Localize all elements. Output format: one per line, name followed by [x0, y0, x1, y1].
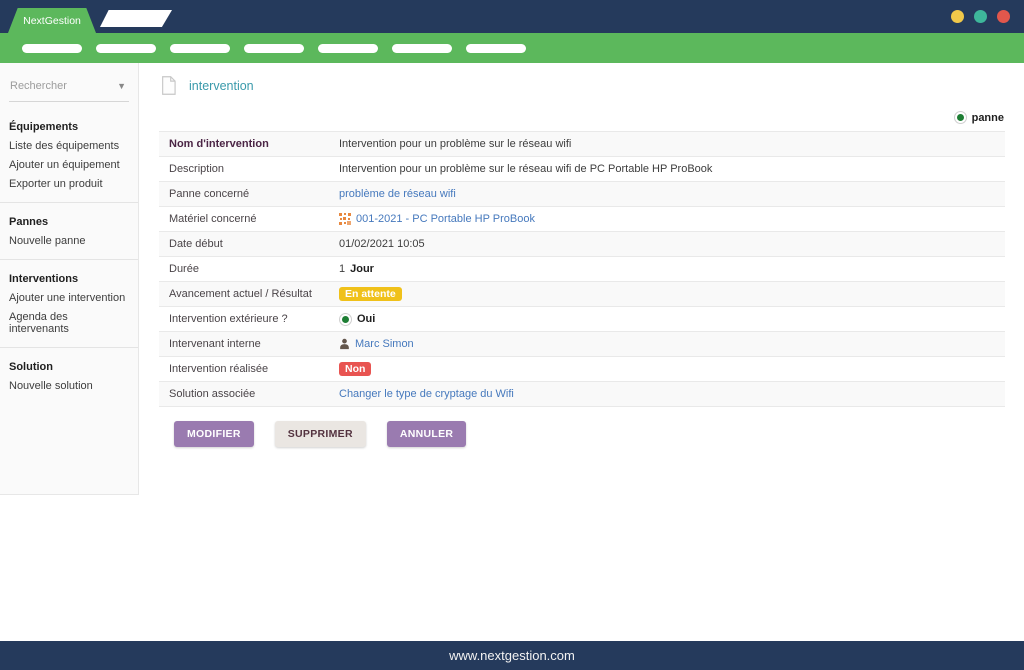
nav-pill[interactable]: [392, 44, 452, 53]
nav-pill[interactable]: [96, 44, 156, 53]
row-value: 001-2021 - PC Portable HP ProBook: [339, 213, 1005, 225]
sidebar-item[interactable]: Agenda des intervenants: [9, 307, 129, 338]
row-label: Intervenant interne: [159, 338, 339, 350]
window-dot[interactable]: [951, 10, 964, 23]
table-row: Solution associéeChanger le type de cryp…: [159, 382, 1005, 407]
app-window: NextGestion Rechercher ▼ ÉquipementsList…: [0, 0, 1024, 670]
row-label: Durée: [159, 263, 339, 275]
row-label: Matériel concerné: [159, 213, 339, 225]
row-label: Date début: [159, 238, 339, 250]
qrcode-icon: [339, 213, 351, 225]
page-header: intervention: [161, 76, 254, 95]
table-row: Intervention réaliséeNon: [159, 357, 1005, 382]
link-value[interactable]: Marc Simon: [355, 338, 414, 350]
link-value[interactable]: Changer le type de cryptage du Wifi: [339, 388, 514, 400]
row-value: En attente: [339, 287, 1005, 302]
row-label: Avancement actuel / Résultat: [159, 288, 339, 300]
nav-pill[interactable]: [318, 44, 378, 53]
link-value[interactable]: 001-2021 - PC Portable HP ProBook: [356, 213, 535, 225]
row-label: Solution associée: [159, 388, 339, 400]
table-row: Date début01/02/2021 10:05: [159, 232, 1005, 257]
nav-pill[interactable]: [244, 44, 304, 53]
row-value: 1 Jour: [339, 263, 1005, 275]
status-badge: Non: [339, 362, 371, 377]
table-row: Intervenant interne Marc Simon: [159, 332, 1005, 357]
sidebar-section-title: Équipements: [9, 116, 129, 136]
row-label: Panne concerné: [159, 188, 339, 200]
row-label: Intervention extérieure ?: [159, 313, 339, 325]
sidebar-section: ÉquipementsListe des équipementsAjouter …: [9, 110, 129, 193]
table-row: DescriptionIntervention pour un problème…: [159, 157, 1005, 182]
row-value: Marc Simon: [339, 338, 1005, 350]
panne-legend: panne: [954, 111, 1004, 124]
row-label: Intervention réalisée: [159, 363, 339, 375]
row-value: Oui: [339, 313, 1005, 326]
intervention-detail-table: Nom d'interventionIntervention pour un p…: [159, 131, 1005, 407]
page-title: intervention: [189, 79, 254, 93]
sidebar-item[interactable]: Exporter un produit: [9, 174, 129, 193]
table-row: Durée1 Jour: [159, 257, 1005, 282]
panne-dot-icon: [954, 111, 967, 124]
sidebar-item[interactable]: Ajouter un équipement: [9, 155, 129, 174]
sidebar-section-title: Solution: [9, 356, 129, 376]
chevron-down-icon[interactable]: ▼: [117, 81, 126, 91]
sidebar-item[interactable]: Liste des équipements: [9, 136, 129, 155]
sidebar-item[interactable]: Nouvelle solution: [9, 376, 129, 395]
annuler-button[interactable]: ANNULER: [387, 421, 466, 447]
sidebar-section: InterventionsAjouter une interventionAge…: [0, 259, 138, 338]
nav-pill[interactable]: [22, 44, 82, 53]
footer-bar: www.nextgestion.com: [0, 641, 1024, 670]
nav-pill[interactable]: [170, 44, 230, 53]
supprimer-button[interactable]: SUPPRIMER: [275, 421, 366, 447]
row-value: Intervention pour un problème sur le rés…: [339, 163, 1005, 175]
sidebar-item[interactable]: Nouvelle panne: [9, 231, 129, 250]
sidebar-item[interactable]: Ajouter une intervention: [9, 288, 129, 307]
sidebar-sections: ÉquipementsListe des équipementsAjouter …: [9, 110, 129, 395]
sidebar-section: SolutionNouvelle solution: [0, 347, 138, 395]
table-row: Matériel concerné 001-2021 - PC Portable …: [159, 207, 1005, 232]
footer-url: www.nextgestion.com: [449, 648, 575, 663]
main-content: intervention panne Nom d'interventionInt…: [140, 63, 1024, 641]
sidebar-section-title: Pannes: [9, 211, 129, 231]
table-row: Panne concernéproblème de réseau wifi: [159, 182, 1005, 207]
search-input[interactable]: Rechercher ▼: [9, 78, 129, 102]
table-row: Intervention extérieure ?Oui: [159, 307, 1005, 332]
nav-pill[interactable]: [466, 44, 526, 53]
panne-legend-label: panne: [972, 112, 1004, 124]
action-buttons: MODIFIER SUPPRIMER ANNULER: [174, 421, 466, 447]
search-placeholder: Rechercher: [10, 80, 67, 92]
user-icon: [339, 338, 350, 350]
radio-dot-icon: [339, 313, 352, 326]
row-value: Changer le type de cryptage du Wifi: [339, 388, 1005, 400]
sidebar-section-title: Interventions: [9, 268, 129, 288]
brand-label: NextGestion: [23, 15, 81, 27]
row-value: 01/02/2021 10:05: [339, 238, 1005, 250]
link-value[interactable]: problème de réseau wifi: [339, 188, 456, 200]
row-value: Non: [339, 362, 1005, 377]
inactive-tab[interactable]: [100, 10, 172, 27]
row-label: Description: [159, 163, 339, 175]
row-value: Intervention pour un problème sur le rés…: [339, 138, 1005, 150]
row-label: Nom d'intervention: [159, 138, 339, 150]
window-dot[interactable]: [974, 10, 987, 23]
table-row: Nom d'interventionIntervention pour un p…: [159, 132, 1005, 157]
table-row: Avancement actuel / RésultatEn attente: [159, 282, 1005, 307]
nav-pill-row: [0, 33, 1024, 63]
sidebar-section: PannesNouvelle panne: [0, 202, 138, 250]
top-bar: NextGestion: [0, 0, 1024, 33]
document-icon: [161, 76, 176, 95]
status-badge: En attente: [339, 287, 402, 302]
modifier-button[interactable]: MODIFIER: [174, 421, 254, 447]
window-dot[interactable]: [997, 10, 1010, 23]
brand-tab[interactable]: NextGestion: [8, 8, 96, 33]
window-dots: [951, 10, 1010, 23]
row-value: problème de réseau wifi: [339, 188, 1005, 200]
sidebar: Rechercher ▼ ÉquipementsListe des équipe…: [0, 63, 139, 495]
